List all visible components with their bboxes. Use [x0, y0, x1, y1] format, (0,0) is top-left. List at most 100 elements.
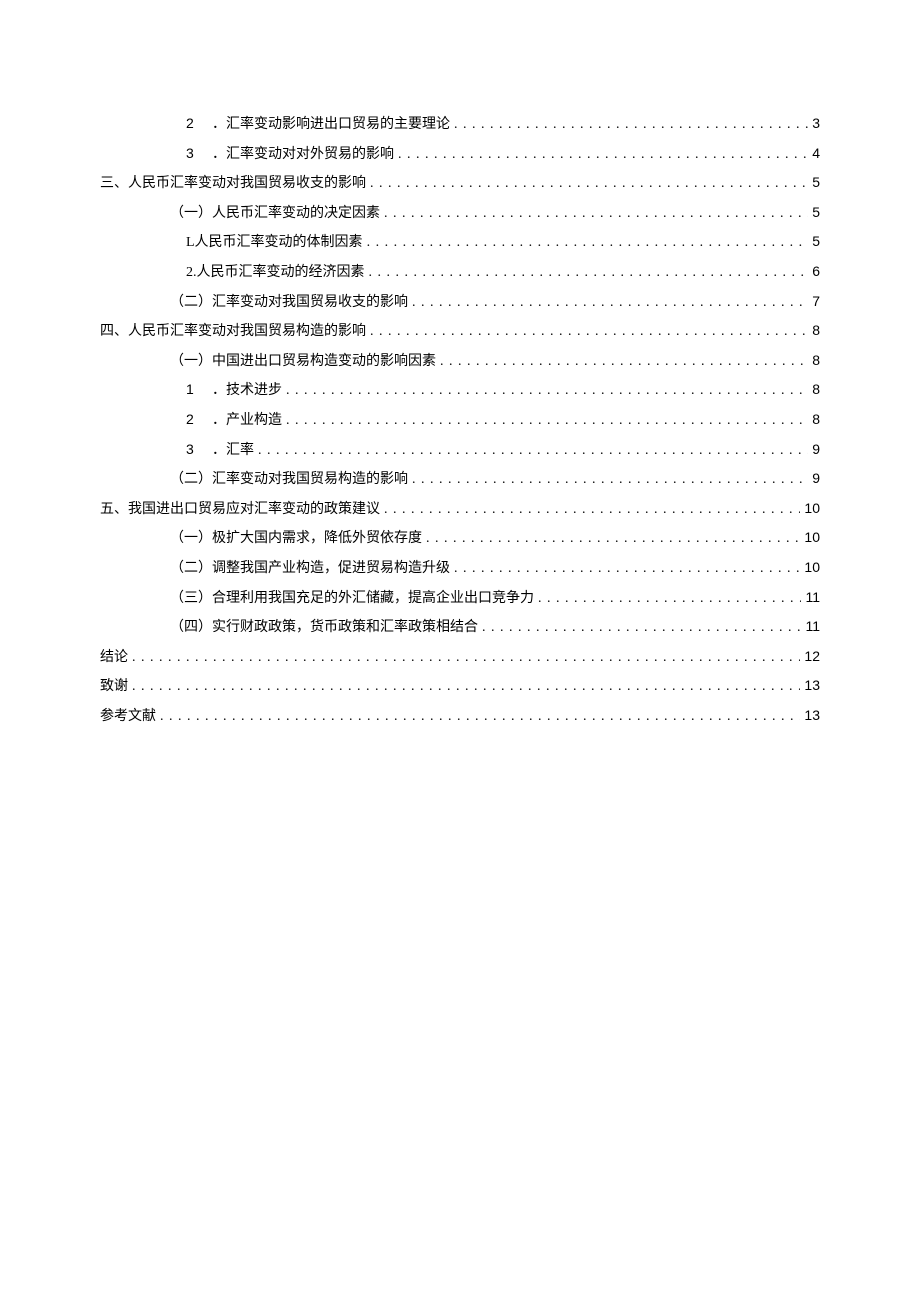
- toc-entry: 致谢 13: [100, 672, 820, 701]
- toc-entry: 2．汇率变动影响进出口贸易的主要理论3: [100, 110, 820, 139]
- toc-entry: 参考文献 13: [100, 702, 820, 731]
- toc-leader-dots: [482, 615, 801, 642]
- toc-leader-dots: [538, 586, 801, 613]
- toc-leader-dots: [286, 378, 808, 405]
- toc-number-prefix: 3: [186, 436, 200, 463]
- toc-label-text: （三）合理利用我国充足的外汇储藏，提高企业出口竞争力: [170, 591, 534, 606]
- toc-label-text: 四、人民币汇率变动对我国贸易构造的影响: [100, 324, 366, 339]
- toc-page-number: 5: [812, 169, 820, 196]
- toc-label: 结论: [100, 645, 128, 672]
- toc-label-text: 结论: [100, 650, 128, 665]
- toc-label: 四、人民币汇率变动对我国贸易构造的影响: [100, 319, 366, 346]
- toc-entry: 3 ．汇率变动对对外贸易的影响 4: [100, 140, 820, 169]
- toc-leader-dots: [412, 290, 808, 317]
- toc-number-prefix: 3: [186, 140, 200, 167]
- toc-leader-dots: [412, 467, 808, 494]
- toc-leader-dots: [369, 260, 809, 287]
- toc-label: （二）调整我国产业构造，促进贸易构造升级: [170, 556, 450, 583]
- toc-leader-dots: [132, 674, 800, 701]
- toc-label: （二）汇率变动对我国贸易收支的影响: [170, 290, 408, 317]
- toc-leader-dots: [454, 112, 808, 139]
- toc-leader-dots: [286, 408, 808, 435]
- toc-label-text: （二）汇率变动对我国贸易收支的影响: [170, 295, 408, 310]
- toc-entry: 结论 12: [100, 643, 820, 672]
- toc-entry: （一）极扩大国内需求，降低外贸依存度 10: [100, 524, 820, 553]
- toc-label: 3 ．汇率变动对对外贸易的影响: [186, 140, 394, 169]
- toc-label-text: ．技术进步: [212, 383, 282, 398]
- toc-label-text: （二）汇率变动对我国贸易构造的影响: [170, 472, 408, 487]
- toc-label-text: ．汇率: [212, 443, 254, 458]
- toc-leader-dots: [258, 438, 808, 465]
- toc-leader-dots: [367, 230, 809, 257]
- toc-number-prefix: 1: [186, 376, 200, 403]
- toc-label-text: 五、我国进出口贸易应对汇率变动的政策建议: [100, 502, 380, 517]
- toc-label: 三、人民币汇率变动对我国贸易收支的影响: [100, 171, 366, 198]
- toc-page-number: 8: [812, 406, 820, 433]
- toc-entry: （一）人民币汇率变动的决定因素5: [100, 199, 820, 228]
- toc-page-number: 9: [812, 436, 820, 463]
- toc-entry: （一）中国进出口贸易构造变动的影响因素 8: [100, 347, 820, 376]
- toc-label-text: （一）中国进出口贸易构造变动的影响因素: [170, 354, 436, 369]
- toc-label: 参考文献: [100, 704, 156, 731]
- toc-entry: （二）调整我国产业构造，促进贸易构造升级10: [100, 554, 820, 583]
- toc-label: （一）人民币汇率变动的决定因素: [170, 201, 380, 228]
- toc-leader-dots: [426, 526, 800, 553]
- toc-page-number: 11: [805, 584, 820, 611]
- toc-label: （一）极扩大国内需求，降低外贸依存度: [170, 526, 422, 553]
- toc-page-number: 10: [804, 524, 820, 551]
- toc-leader-dots: [398, 142, 808, 169]
- toc-page-number: 11: [805, 613, 820, 640]
- toc-label-text: ．产业构造: [212, 413, 282, 428]
- toc-label-text: ．汇率变动对对外贸易的影响: [212, 147, 394, 162]
- toc-leader-dots: [440, 349, 808, 376]
- toc-page-number: 10: [804, 495, 820, 522]
- toc-entry: （二）汇率变动对我国贸易收支的影响 7: [100, 288, 820, 317]
- toc-label: 2 ．汇率变动影响进出口贸易的主要理论: [186, 110, 450, 139]
- toc-label: 2.人民币汇率变动的经济因素: [186, 260, 365, 287]
- toc-label: （四）实行财政政策，货币政策和汇率政策相结合: [170, 615, 478, 642]
- toc-label-text: （二）调整我国产业构造，促进贸易构造升级: [170, 561, 450, 576]
- toc-label: 致谢: [100, 674, 128, 701]
- toc-leader-dots: [454, 556, 800, 583]
- toc-entry: （四）实行财政政策，货币政策和汇率政策相结合 11: [100, 613, 820, 642]
- toc-label-text: 致谢: [100, 679, 128, 694]
- toc-label-text: L人民币汇率变动的体制因素: [186, 235, 363, 250]
- toc-label-text: （一）人民币汇率变动的决定因素: [170, 206, 380, 221]
- toc-entry: 2 ．产业构造 8: [100, 406, 820, 435]
- toc-leader-dots: [370, 171, 808, 198]
- toc-page-number: 13: [804, 672, 820, 699]
- toc-page-number: 4: [812, 140, 820, 167]
- table-of-contents: 2．汇率变动影响进出口贸易的主要理论33．汇率变动对对外贸易的影响4三、人民币汇…: [100, 110, 820, 730]
- toc-label-text: ．汇率变动影响进出口贸易的主要理论: [212, 117, 450, 132]
- toc-entry: 2.人民币汇率变动的经济因素6: [100, 258, 820, 287]
- toc-label: L人民币汇率变动的体制因素: [186, 230, 363, 257]
- toc-entry: （二）汇率变动对我国贸易构造的影响9: [100, 465, 820, 494]
- toc-number-prefix: 2: [186, 110, 200, 137]
- toc-page-number: 12: [804, 643, 820, 670]
- toc-leader-dots: [160, 704, 800, 731]
- toc-label: （二）汇率变动对我国贸易构造的影响: [170, 467, 408, 494]
- toc-label-text: 2.人民币汇率变动的经济因素: [186, 265, 365, 280]
- toc-leader-dots: [370, 319, 808, 346]
- toc-page-number: 7: [812, 288, 820, 315]
- toc-entry: 四、人民币汇率变动对我国贸易构造的影响 8: [100, 317, 820, 346]
- toc-entry: 三、人民币汇率变动对我国贸易收支的影响 5: [100, 169, 820, 198]
- toc-entry: 3 ．汇率 9: [100, 436, 820, 465]
- toc-leader-dots: [384, 201, 808, 228]
- toc-leader-dots: [384, 497, 800, 524]
- toc-page-number: 8: [812, 347, 820, 374]
- toc-page-number: 13: [804, 702, 820, 729]
- toc-label: 五、我国进出口贸易应对汇率变动的政策建议: [100, 497, 380, 524]
- toc-label-text: 参考文献: [100, 709, 156, 724]
- toc-entry: 1 ．技术进步 8: [100, 376, 820, 405]
- toc-label: 1 ．技术进步: [186, 376, 282, 405]
- toc-entry: 五、我国进出口贸易应对汇率变动的政策建议 10: [100, 495, 820, 524]
- toc-label-text: （四）实行财政政策，货币政策和汇率政策相结合: [170, 620, 478, 635]
- toc-number-prefix: 2: [186, 406, 200, 433]
- toc-label-text: （一）极扩大国内需求，降低外贸依存度: [170, 531, 422, 546]
- toc-page-number: 5: [812, 228, 820, 255]
- toc-page-number: 8: [812, 376, 820, 403]
- toc-label: （三）合理利用我国充足的外汇储藏，提高企业出口竞争力: [170, 586, 534, 613]
- toc-entry: L人民币汇率变动的体制因素 5: [100, 228, 820, 257]
- toc-page-number: 8: [812, 317, 820, 344]
